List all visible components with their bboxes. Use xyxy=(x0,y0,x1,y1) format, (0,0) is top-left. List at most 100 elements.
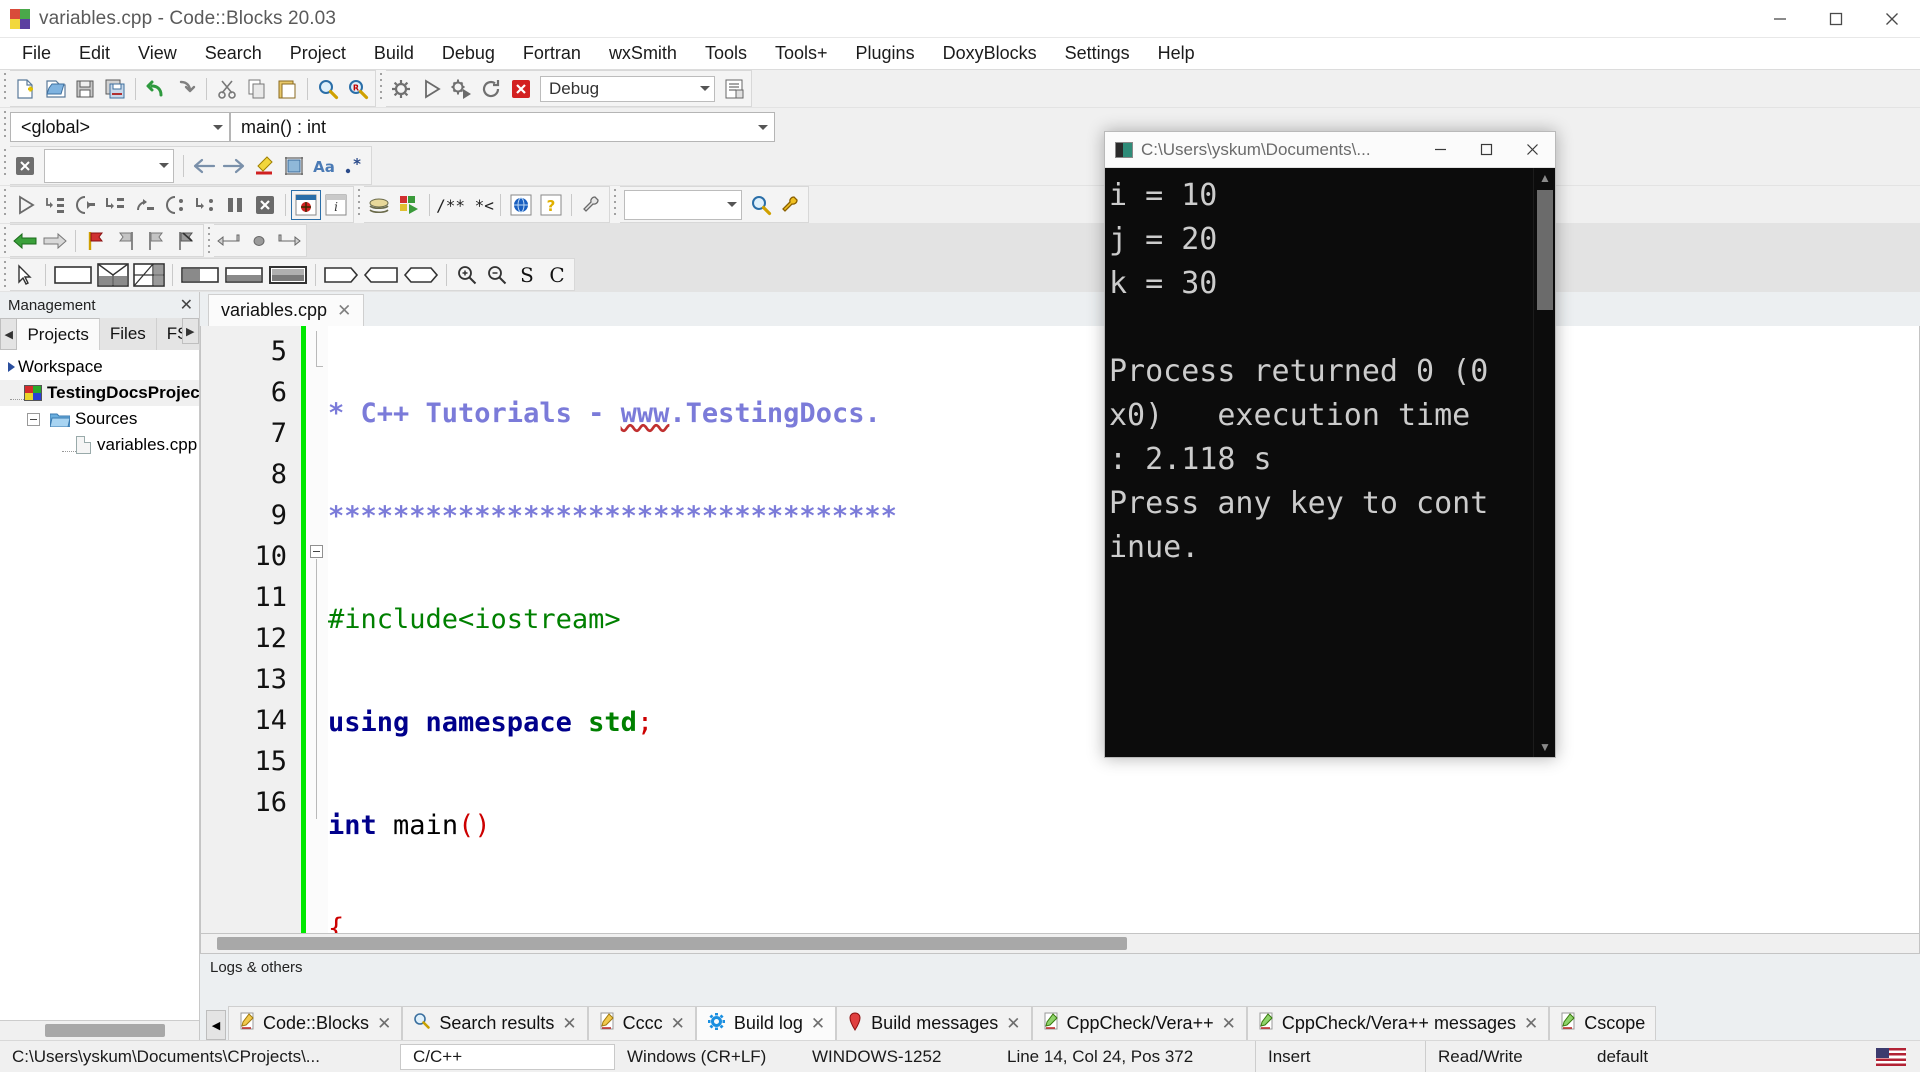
code-editor[interactable]: 5 6 7 8 9 10 11 12 13 14 15 16 * C++ Tut… xyxy=(200,326,1920,934)
menu-debug[interactable]: Debug xyxy=(428,40,509,67)
panel-icon[interactable] xyxy=(51,260,95,290)
zoom-out-icon[interactable] xyxy=(482,260,512,290)
doxyblocks-comment-icon[interactable]: /** *< xyxy=(435,190,495,220)
log-tab-cppcheck-vera-messages[interactable]: CppCheck/Vera++ messages ✕ xyxy=(1246,1006,1550,1040)
doxyblocks-html-icon[interactable] xyxy=(506,190,536,220)
close-icon[interactable]: ✕ xyxy=(1524,1014,1538,1034)
menu-tools-plus[interactable]: Tools+ xyxy=(761,40,842,67)
stop-debugger-icon[interactable] xyxy=(250,190,280,220)
tree-item-workspace[interactable]: Workspace xyxy=(0,354,199,380)
menu-search[interactable]: Search xyxy=(191,40,276,67)
tab-projects[interactable]: Projects xyxy=(17,318,100,350)
scroll-up-icon[interactable]: ▲ xyxy=(1537,170,1553,186)
log-tab-search-results[interactable]: Search results ✕ xyxy=(402,1006,588,1040)
step-into-icon[interactable] xyxy=(100,190,130,220)
debug-continue-icon[interactable] xyxy=(10,190,40,220)
close-icon[interactable]: ✕ xyxy=(562,1014,576,1034)
function-select[interactable]: main() : int xyxy=(230,112,775,142)
close-icon[interactable]: ✕ xyxy=(180,295,193,315)
pointer-icon[interactable] xyxy=(10,260,40,290)
static-box-sizer-icon[interactable] xyxy=(266,260,310,290)
watch-config-icon[interactable] xyxy=(776,190,806,220)
match-case-icon[interactable]: Aa xyxy=(309,151,339,181)
menu-settings[interactable]: Settings xyxy=(1051,40,1144,67)
cut-icon[interactable] xyxy=(212,74,242,104)
jump-forward-icon[interactable] xyxy=(274,226,304,256)
spacer-icon[interactable] xyxy=(321,260,361,290)
open-file-icon[interactable] xyxy=(40,74,70,104)
zoom-in-icon[interactable] xyxy=(452,260,482,290)
menu-tools[interactable]: Tools xyxy=(691,40,761,67)
paste-icon[interactable] xyxy=(272,74,302,104)
fold-toggle-icon[interactable] xyxy=(310,545,323,558)
forward-icon[interactable] xyxy=(40,226,70,256)
grid-sizer-icon[interactable] xyxy=(95,260,131,290)
toolbar-grip[interactable] xyxy=(204,224,214,257)
select-target-icon[interactable] xyxy=(719,74,749,104)
console-scrollbar[interactable]: ▲ ▼ xyxy=(1533,168,1555,757)
various-info-icon[interactable]: i xyxy=(321,190,351,220)
toggle-bookmark-icon[interactable] xyxy=(81,226,111,256)
minimize-button[interactable] xyxy=(1752,0,1808,37)
debugging-windows-icon[interactable] xyxy=(291,189,321,220)
search-input[interactable] xyxy=(44,148,174,183)
toolbar-grip[interactable] xyxy=(0,186,10,223)
save-all-icon[interactable] xyxy=(100,74,130,104)
log-tab-cppcheck-vera[interactable]: CppCheck/Vera++ ✕ xyxy=(1031,1006,1247,1040)
jump-back-icon[interactable] xyxy=(214,226,244,256)
menu-help[interactable]: Help xyxy=(1144,40,1209,67)
log-tab-cscope[interactable]: Cscope xyxy=(1549,1006,1657,1040)
toolbar-grip[interactable] xyxy=(354,186,364,223)
step-out-icon[interactable] xyxy=(130,190,160,220)
log-tab-build-messages[interactable]: Build messages ✕ xyxy=(836,1006,1032,1040)
stretch-spacer-icon[interactable] xyxy=(361,260,401,290)
close-icon[interactable]: ✕ xyxy=(811,1014,825,1034)
maximize-button[interactable] xyxy=(1808,0,1864,37)
menu-project[interactable]: Project xyxy=(276,40,360,67)
tab-files[interactable]: Files xyxy=(99,318,157,350)
find-next-icon[interactable] xyxy=(219,151,249,181)
close-icon[interactable]: ✕ xyxy=(671,1014,685,1034)
close-icon[interactable]: ✕ xyxy=(337,301,351,321)
editor-tab-variables-cpp[interactable]: variables.cpp ✕ xyxy=(208,294,365,326)
toolbar-grip[interactable] xyxy=(0,258,10,291)
find-prev-icon[interactable] xyxy=(189,151,219,181)
menu-doxyblocks[interactable]: DoxyBlocks xyxy=(929,40,1051,67)
box-sizer-h-icon[interactable] xyxy=(178,260,222,290)
collapse-icon[interactable] xyxy=(26,412,40,426)
box-sizer-v-icon[interactable] xyxy=(222,260,266,290)
selected-only-icon[interactable] xyxy=(279,151,309,181)
close-icon[interactable]: ✕ xyxy=(1222,1014,1236,1034)
toolbar-grip[interactable] xyxy=(0,146,10,185)
logs-scroll-left-button[interactable]: ◀ xyxy=(206,1010,226,1040)
class-mode-icon[interactable]: C xyxy=(542,260,572,290)
close-icon[interactable]: ✕ xyxy=(377,1014,391,1034)
build-target-select[interactable]: Debug xyxy=(540,75,715,102)
jump-home-icon[interactable] xyxy=(244,226,274,256)
menu-plugins[interactable]: Plugins xyxy=(842,40,929,67)
close-button[interactable] xyxy=(1864,0,1920,37)
prev-bookmark-icon[interactable] xyxy=(111,226,141,256)
menu-view[interactable]: View xyxy=(124,40,191,67)
run-to-cursor-icon[interactable] xyxy=(40,190,70,220)
replace-icon[interactable]: R xyxy=(343,74,373,104)
source-mode-icon[interactable]: S xyxy=(512,260,542,290)
maximize-button[interactable] xyxy=(1463,132,1509,167)
next-instruction-icon[interactable] xyxy=(160,190,190,220)
run-icon[interactable] xyxy=(416,74,446,104)
copy-icon[interactable] xyxy=(242,74,272,104)
next-line-icon[interactable] xyxy=(70,190,100,220)
log-tab-cccc[interactable]: Cccc ✕ xyxy=(587,1006,696,1040)
scroll-down-icon[interactable]: ▼ xyxy=(1537,739,1553,755)
watch-input[interactable] xyxy=(624,189,742,220)
fold-margin[interactable] xyxy=(306,326,328,933)
project-tree[interactable]: Workspace TestingDocsProject Sources var… xyxy=(0,350,199,1020)
log-tab-codeblocks[interactable]: Code::Blocks ✕ xyxy=(228,1006,403,1040)
toolbar-grip[interactable] xyxy=(376,70,386,107)
clear-bookmarks-icon[interactable] xyxy=(171,226,201,256)
menu-wxsmith[interactable]: wxSmith xyxy=(595,40,691,67)
doxyblocks-config-icon[interactable] xyxy=(577,190,607,220)
close-button[interactable] xyxy=(1509,132,1555,167)
custom-sizer-icon[interactable] xyxy=(401,260,441,290)
tabs-scroll-right-button[interactable]: ▶ xyxy=(181,318,199,344)
